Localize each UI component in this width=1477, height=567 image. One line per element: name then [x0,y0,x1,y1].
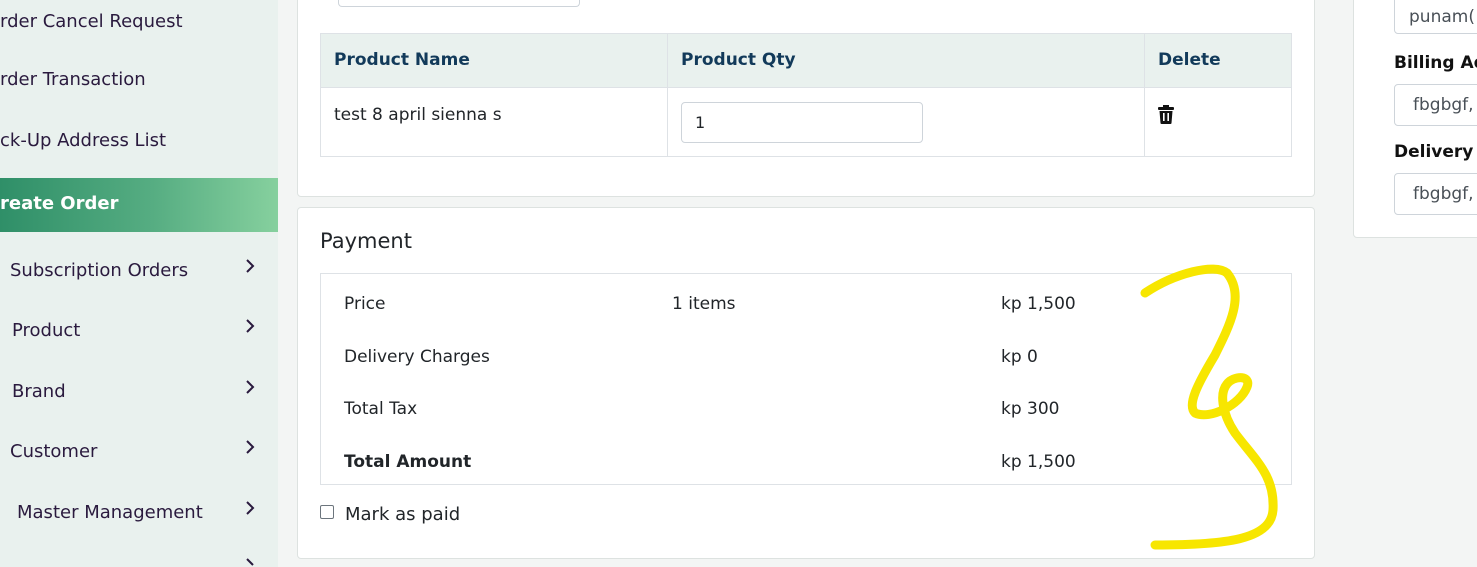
sidebar-item-label: Product [12,320,81,341]
mark-as-paid-label[interactable]: Mark as paid [345,504,460,525]
sidebar-item-brand[interactable]: Brand [0,367,278,417]
sidebar-item-product[interactable]: Product [0,306,278,356]
price-value: kp 1,500 [1001,294,1076,314]
chevron-right-icon [246,259,255,273]
price-label: Price [344,294,386,314]
total-amount-value: kp 1,500 [1001,452,1076,472]
sidebar-item-customer[interactable]: Customer [0,427,278,477]
total-tax-label: Total Tax [344,399,418,419]
column-header-delete: Delete [1158,50,1221,70]
chevron-right-icon[interactable] [243,558,257,567]
payment-title: Payment [320,229,412,253]
chevron-right-icon [246,380,255,394]
column-header-product-qty: Product Qty [681,50,796,70]
total-tax-value: kp 300 [1001,399,1060,419]
column-divider [1144,33,1145,157]
mark-as-paid-checkbox[interactable] [320,505,334,519]
quantity-input[interactable] [681,102,923,143]
email-field[interactable]: punam( [1394,0,1477,34]
sidebar-item-label: ck-Up Address List [0,130,167,151]
delivery-charges-value: kp 0 [1001,347,1038,367]
trash-icon[interactable] [1158,105,1174,124]
product-name-cell: test 8 april sienna s [334,105,502,125]
sidebar: rder Cancel Request rder Transaction ck-… [0,0,278,567]
sidebar-item-create-order[interactable]: reate Order [0,178,278,232]
chevron-right-icon [246,319,255,333]
delivery-charges-label: Delivery Charges [344,347,490,367]
column-divider [667,33,668,157]
billing-address-label: Billing Ad [1394,53,1477,73]
chevron-right-icon [246,501,255,515]
product-search-input[interactable] [338,0,580,7]
sidebar-item-label: rder Cancel Request [0,11,183,32]
delivery-address-field[interactable]: fbgbgf, [1394,173,1477,215]
sidebar-item-label: rder Transaction [0,69,146,90]
sidebar-item-order-transaction[interactable]: rder Transaction [0,58,278,108]
chevron-right-icon [246,440,255,454]
sidebar-item-pickup-address-list[interactable]: ck-Up Address List [0,119,278,169]
sidebar-item-label: Brand [12,381,66,402]
sidebar-item-label: Customer [10,441,98,462]
sidebar-item-label: Subscription Orders [10,260,189,281]
column-header-product-name: Product Name [334,50,470,70]
sidebar-item-order-cancel-request[interactable]: rder Cancel Request [0,0,278,50]
total-amount-label: Total Amount [344,452,472,472]
sidebar-item-master-management[interactable]: Master Management [0,488,278,538]
sidebar-item-label: Master Management [17,502,203,523]
sidebar-item-subscription-orders[interactable]: Subscription Orders [0,246,278,296]
items-count: 1 items [672,294,736,314]
delivery-address-label: Delivery A [1394,142,1477,162]
billing-address-field[interactable]: fbgbgf, [1394,84,1477,126]
sidebar-item-label: reate Order [0,193,119,214]
